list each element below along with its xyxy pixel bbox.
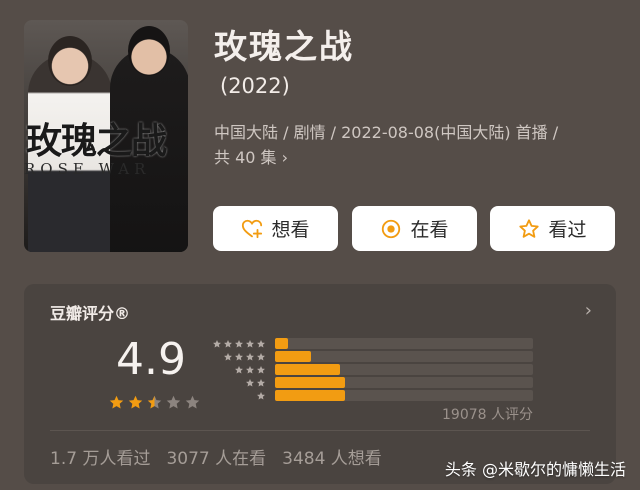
watched-count[interactable]: 1.7 万人看过	[50, 444, 150, 469]
star-level-icons	[212, 339, 266, 349]
rating-score: 4.9	[116, 334, 186, 385]
star-icon	[246, 366, 254, 374]
star-icon	[213, 340, 221, 348]
star-icon	[246, 340, 254, 348]
star-icon	[109, 395, 124, 409]
star-level-icons	[223, 352, 266, 362]
star-level-icons	[245, 378, 266, 388]
divider	[50, 430, 590, 431]
watching-button[interactable]: 在看	[352, 206, 477, 251]
star-icon	[185, 395, 200, 409]
star-icon	[257, 379, 265, 387]
rating-bar-track	[275, 377, 533, 388]
star-icon	[128, 395, 143, 409]
page-title: 玫瑰之战	[214, 27, 354, 66]
meta-line-1: 中国大陆 / 剧情 / 2022-08-08(中国大陆) 首播 /	[214, 123, 559, 142]
rating-bar-track	[275, 351, 533, 362]
chevron-right-icon: ›	[281, 148, 289, 167]
watched-button[interactable]: 看过	[490, 206, 615, 251]
rating-stars	[108, 394, 201, 411]
want-count[interactable]: 3484 人想看	[282, 444, 382, 469]
star-icon	[257, 340, 265, 348]
want-to-watch-label: 想看	[271, 219, 310, 241]
watched-label: 看过	[548, 219, 587, 241]
target-icon	[382, 219, 401, 238]
star-icon	[257, 353, 265, 361]
chevron-right-icon[interactable]: ›	[585, 300, 592, 321]
audience-stats: 1.7 万人看过 3077 人在看 3484 人想看	[50, 444, 382, 469]
star-icon	[224, 353, 232, 361]
star-icon	[246, 379, 254, 387]
rating-count[interactable]: 19078 人评分	[442, 404, 533, 424]
episode-count: 共 40 集	[214, 148, 277, 167]
star-icon	[246, 353, 254, 361]
rating-card[interactable]: 豆瓣评分® › 4.9 19078 人评分 1.7 万人看过 3077 人在看 …	[24, 284, 616, 484]
star-icon	[166, 395, 181, 409]
rating-bar-fill	[275, 377, 345, 388]
star-icon	[224, 340, 232, 348]
rating-title: 豆瓣评分®	[50, 304, 131, 323]
rating-bar-track	[275, 390, 533, 401]
poster-title-en: ROSE WAR	[24, 160, 151, 178]
star-icon	[257, 366, 265, 374]
rating-bar-fill	[275, 351, 312, 362]
watermark: 头条 @米歇尔的慵懒生活	[444, 460, 626, 479]
star-level-icons	[234, 365, 266, 375]
rating-bar-track	[275, 364, 533, 375]
star-icon	[147, 395, 162, 409]
star-icon	[257, 392, 265, 400]
watching-label: 在看	[410, 219, 449, 241]
rating-bar-fill	[275, 364, 340, 375]
star-icon	[235, 340, 243, 348]
rating-bar-fill	[275, 338, 288, 349]
star-icon	[235, 366, 243, 374]
meta-line-2: 共 40 集 ›	[214, 145, 614, 170]
rating-bar-track	[275, 338, 533, 349]
star-icon	[235, 353, 243, 361]
heart-plus-icon	[242, 219, 263, 238]
want-to-watch-button[interactable]: 想看	[213, 206, 338, 251]
star-level-icons	[256, 391, 266, 401]
poster-title-cn: 玫瑰之战	[26, 120, 167, 162]
watching-count[interactable]: 3077 人在看	[166, 444, 266, 469]
poster-image[interactable]: 玫瑰之战 ROSE WAR	[24, 20, 188, 252]
rating-bar-fill	[275, 390, 345, 401]
star-outline-icon	[519, 218, 540, 238]
release-year: (2022)	[220, 74, 290, 98]
movie-meta[interactable]: 中国大陆 / 剧情 / 2022-08-08(中国大陆) 首播 / 共 40 集…	[214, 120, 614, 170]
